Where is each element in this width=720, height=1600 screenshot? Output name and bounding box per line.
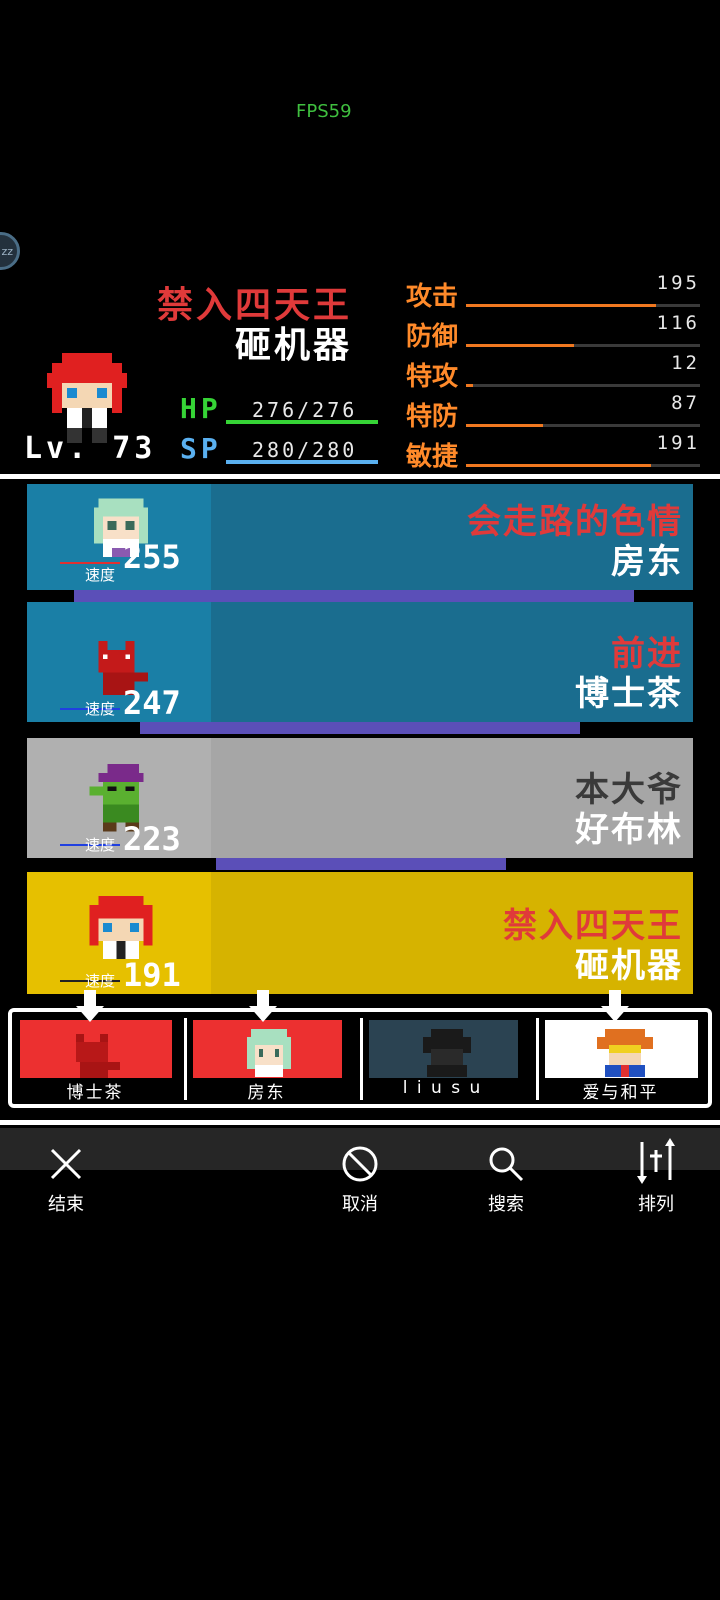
party-slot-name: 博士茶 [66, 1083, 124, 1103]
party-slot-portrait-bg [545, 1020, 698, 1078]
sort-button[interactable]: 排列 [616, 1138, 696, 1215]
end-label: 结束 [48, 1194, 84, 1215]
party-slot[interactable]: 博士茶 [14, 990, 176, 1103]
card-underlay [216, 858, 506, 870]
turn-card[interactable]: 速度 255 会走路的色情 房东 [27, 484, 693, 590]
party-slot[interactable]: 爱与和平 [536, 990, 702, 1103]
card-underlay [74, 590, 634, 602]
party-bar: 博士茶 房东 l i u s u 爱与和平 [8, 990, 712, 1108]
attr-agility: 敏捷 191 [406, 432, 706, 476]
attr-bar-track [466, 384, 700, 387]
attr-defense: 防御 116 [406, 312, 706, 356]
cancel-icon [342, 1146, 378, 1182]
floating-assist-button[interactable]: zz [0, 232, 20, 270]
hero-level: Lv. 73 [24, 431, 157, 466]
attr-bar-fill [466, 384, 474, 387]
speed-label: 速度 [85, 972, 116, 990]
turn-card[interactable]: 速度 247 前进 博士茶 [27, 602, 693, 722]
speed-value: 223 [123, 820, 181, 858]
attr-bar-fill [466, 464, 651, 467]
speed-value: 255 [123, 538, 181, 576]
search-label: 搜索 [488, 1194, 524, 1215]
speed-label: 速度 [85, 836, 116, 854]
speed-value: 247 [123, 684, 181, 722]
sp-label: SP [180, 432, 222, 465]
card-name-line2: 房东 [611, 542, 683, 582]
party-slot-portrait-bg [193, 1020, 342, 1078]
party-divider [0, 1120, 720, 1125]
speed-value: 191 [123, 956, 181, 994]
card-name-line2: 博士茶 [575, 674, 683, 714]
header-divider [0, 474, 720, 479]
sp-bar [226, 460, 378, 464]
devil-cat-portrait-icon [76, 1034, 120, 1078]
party-slot-name: l i u s u [402, 1078, 483, 1098]
party-slot-portrait-bg [20, 1020, 172, 1078]
attr-value: 12 [671, 352, 700, 374]
down-arrow-icon [76, 990, 104, 1022]
attr-bar-track [466, 464, 700, 467]
party-slot[interactable]: 房东 [184, 990, 346, 1103]
close-icon [50, 1148, 82, 1180]
down-arrow-icon [601, 990, 629, 1022]
sort-label: 排列 [638, 1194, 674, 1215]
speed-label: 速度 [85, 700, 116, 718]
card-name-line2: 好布林 [575, 810, 683, 850]
hp-label: HP [180, 392, 222, 425]
landlord-portrait-icon [247, 1029, 291, 1077]
attr-sp-attack: 特攻 12 [406, 352, 706, 396]
sp-value: 280/280 [252, 438, 358, 462]
attr-bar-fill [466, 304, 656, 307]
search-icon [489, 1147, 524, 1182]
card-name-line2: 砸机器 [575, 946, 683, 986]
sort-icon [637, 1138, 675, 1184]
attr-value: 87 [671, 392, 700, 414]
attr-label: 防御 [406, 322, 459, 352]
attr-sp-defense: 特防 87 [406, 392, 706, 436]
love-peace-portrait-icon [597, 1029, 653, 1077]
search-button[interactable]: 搜索 [466, 1144, 546, 1215]
down-arrow-icon [249, 990, 277, 1022]
fps-counter: FPS59 [296, 101, 352, 122]
attr-label: 特防 [406, 402, 459, 432]
attr-label: 敏捷 [406, 442, 459, 472]
end-button[interactable]: 结束 [26, 1144, 106, 1215]
attr-bar-fill [466, 344, 574, 347]
hero-title-line2: 砸机器 [234, 325, 352, 366]
speed-label: 速度 [85, 566, 116, 584]
hp-bar [226, 420, 378, 424]
attr-bar-track [466, 424, 700, 427]
card-underlay [140, 722, 580, 734]
attr-attack: 攻击 195 [406, 272, 706, 316]
turn-card[interactable]: 速度 223 本大爷 好布林 [27, 738, 693, 858]
party-slot-portrait-bg [369, 1020, 518, 1078]
attr-bar-track [466, 344, 700, 347]
party-slot[interactable]: l i u s u [360, 1018, 522, 1100]
turn-card[interactable]: 速度 191 禁入四天王 砸机器 [27, 872, 693, 994]
party-slot-name: 房东 [247, 1083, 286, 1103]
cancel-button[interactable]: 取消 [320, 1144, 400, 1215]
attr-bar-track [466, 304, 700, 307]
attr-label: 特攻 [406, 362, 459, 392]
attr-value: 191 [656, 432, 700, 454]
attr-value: 195 [656, 272, 700, 294]
attr-value: 116 [656, 312, 700, 334]
party-slot-name: 爱与和平 [582, 1083, 659, 1103]
cancel-label: 取消 [342, 1194, 378, 1215]
attr-bar-fill [466, 424, 544, 427]
attr-label: 攻击 [406, 282, 459, 312]
hp-value: 276/276 [252, 398, 358, 422]
liusu-silhouette-icon [423, 1029, 471, 1077]
